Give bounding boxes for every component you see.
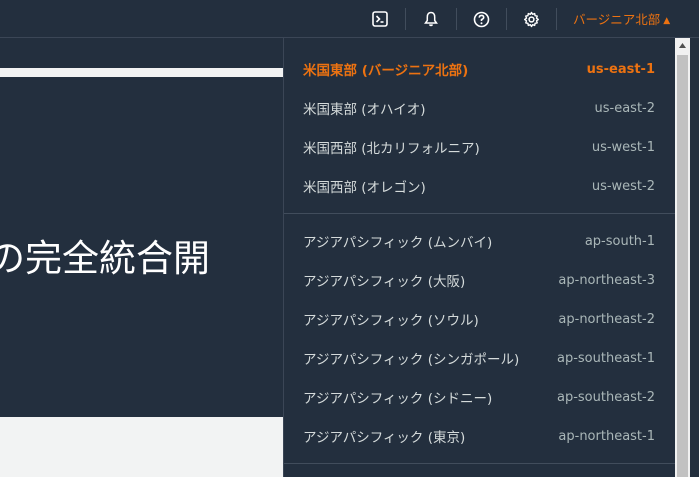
region-option-us-west-1[interactable]: 米国西部 (北カリフォルニア) us-west-1	[303, 136, 655, 158]
region-option-us-east-1[interactable]: 米国東部 (バージニア北部) us-east-1	[303, 58, 655, 80]
region-selector-button[interactable]: バージニア北部 ▲	[573, 9, 670, 27]
region-name: 米国西部 (オレゴン)	[303, 180, 426, 196]
region-name: 米国東部 (オハイオ)	[303, 102, 426, 118]
region-option-ap-southeast-1[interactable]: アジアパシフィック (シンガポール) ap-southeast-1	[303, 347, 655, 369]
region-code: ap-southeast-1	[556, 350, 655, 366]
region-code: ap-south-1	[584, 233, 655, 249]
region-name: 米国西部 (北カリフォルニア)	[303, 141, 480, 157]
group-divider	[284, 213, 676, 214]
region-name: 米国東部 (バージニア北部)	[303, 63, 469, 79]
region-option-ap-northeast-3[interactable]: アジアパシフィック (大阪) ap-northeast-3	[303, 269, 655, 291]
region-option-ap-south-1[interactable]: アジアパシフィック (ムンバイ) ap-south-1	[303, 230, 655, 252]
region-code: ap-northeast-3	[558, 272, 655, 288]
region-code: us-west-1	[591, 139, 655, 155]
region-code: us-west-2	[591, 178, 655, 194]
region-name: アジアパシフィック (ソウル)	[303, 313, 479, 329]
nav-divider	[405, 8, 406, 30]
region-option-ap-northeast-1[interactable]: アジアパシフィック (東京) ap-northeast-1	[303, 425, 655, 447]
region-code: ap-southeast-2	[556, 389, 655, 405]
region-dropdown: 米国東部 (バージニア北部) us-east-1 米国東部 (オハイオ) us-…	[283, 38, 699, 477]
bell-icon[interactable]	[419, 7, 443, 31]
region-code: us-east-1	[586, 61, 655, 77]
hero-heading: の完全統合開	[0, 237, 210, 280]
region-name: アジアパシフィック (大阪)	[303, 274, 466, 290]
dropdown-scrollbar[interactable]	[675, 38, 690, 477]
region-code: ap-northeast-2	[558, 311, 655, 327]
cloudshell-icon[interactable]	[368, 7, 392, 31]
region-name: アジアパシフィック (シドニー)	[303, 391, 493, 407]
caret-up-icon: ▲	[663, 16, 671, 26]
top-nav-bar: バージニア北部 ▲	[0, 0, 699, 38]
region-name: アジアパシフィック (シンガポール)	[303, 352, 520, 368]
gear-icon[interactable]	[519, 7, 543, 31]
region-option-ap-southeast-2[interactable]: アジアパシフィック (シドニー) ap-southeast-2	[303, 386, 655, 408]
page-edge	[690, 38, 699, 477]
region-name: アジアパシフィック (ムンバイ)	[303, 235, 493, 251]
region-code: ap-northeast-1	[558, 428, 655, 444]
scroll-up-arrow-icon[interactable]	[675, 38, 690, 53]
region-name: アジアパシフィック (東京)	[303, 430, 466, 446]
content-area	[0, 417, 283, 477]
nav-divider	[556, 8, 557, 30]
region-code: us-east-2	[594, 100, 656, 116]
region-option-ap-northeast-2[interactable]: アジアパシフィック (ソウル) ap-northeast-2	[303, 308, 655, 330]
region-option-us-east-2[interactable]: 米国東部 (オハイオ) us-east-2	[303, 97, 655, 119]
nav-divider	[506, 8, 507, 30]
group-divider	[284, 463, 676, 464]
nav-divider	[456, 8, 457, 30]
page-banner-strip	[0, 68, 283, 77]
region-option-us-west-2[interactable]: 米国西部 (オレゴン) us-west-2	[303, 175, 655, 197]
scrollbar-thumb[interactable]	[677, 55, 688, 477]
help-icon[interactable]	[469, 7, 493, 31]
region-selector-label: バージニア北部	[573, 12, 661, 27]
